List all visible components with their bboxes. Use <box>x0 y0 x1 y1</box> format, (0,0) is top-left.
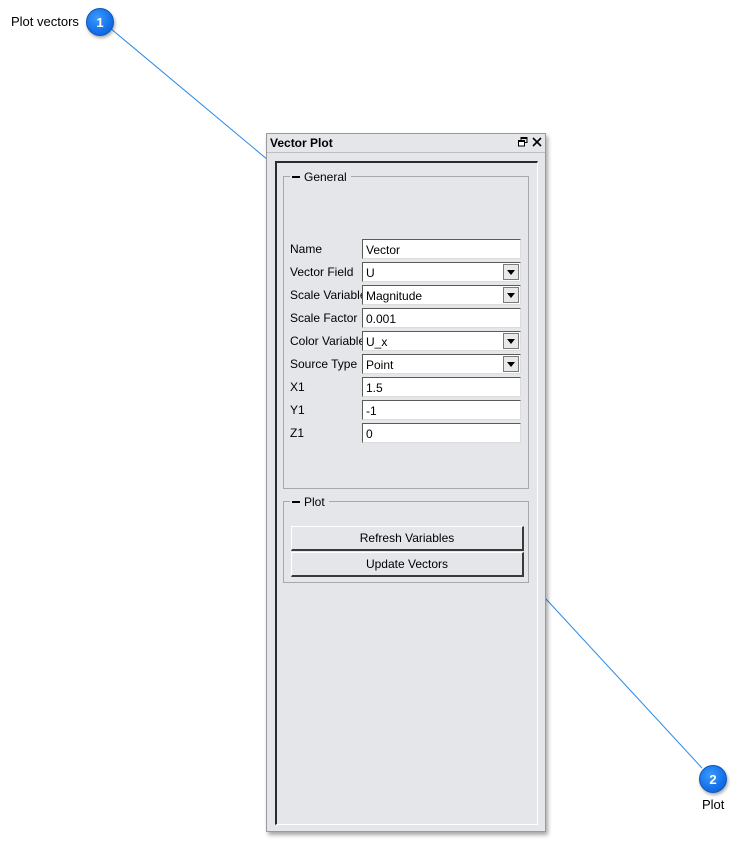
refresh-variables-button[interactable]: Refresh Variables <box>291 526 524 551</box>
collapse-icon[interactable] <box>292 501 300 503</box>
general-group: General Name Vector Vector Field U Scale… <box>283 170 529 489</box>
scale-factor-input[interactable]: 0.001 <box>362 308 521 328</box>
callout-1-badge: 1 <box>86 8 114 36</box>
field-label: Z1 <box>290 426 305 440</box>
update-vectors-button[interactable]: Update Vectors <box>291 552 524 577</box>
field-row-scale-variable: Scale Variable Magnitude <box>290 285 522 305</box>
field-label: Source Type <box>290 357 358 371</box>
general-legend-label: General <box>304 170 347 184</box>
field-label: Vector Field <box>290 265 354 279</box>
field-label: Scale Factor <box>290 311 358 325</box>
panel-titlebar[interactable]: Vector Plot <box>267 134 545 153</box>
callout-2-badge: 2 <box>699 765 727 793</box>
field-value: Magnitude <box>366 289 423 303</box>
panel-content: General Name Vector Vector Field U Scale… <box>275 161 538 825</box>
chevron-down-icon[interactable] <box>503 356 519 372</box>
z1-input[interactable]: 0 <box>362 423 521 443</box>
callout-2-line <box>533 585 703 769</box>
chevron-down-icon[interactable] <box>503 264 519 280</box>
y1-input[interactable]: -1 <box>362 400 521 420</box>
collapse-icon[interactable] <box>292 176 300 178</box>
field-row-source-type: Source Type Point <box>290 354 522 374</box>
callout-1-label: Plot vectors <box>11 14 79 29</box>
field-label: Y1 <box>290 403 305 417</box>
field-value: U_x <box>366 335 388 349</box>
field-row-z1: Z1 0 <box>290 423 522 443</box>
field-row-color-variable: Color Variable U_x <box>290 331 522 351</box>
chevron-down-icon[interactable] <box>503 333 519 349</box>
scale-variable-select[interactable]: Magnitude <box>362 285 521 305</box>
field-label: Color Variable <box>290 334 366 348</box>
general-legend[interactable]: General <box>290 170 351 184</box>
field-label: Scale Variable <box>290 288 367 302</box>
name-input[interactable]: Vector <box>362 239 521 259</box>
close-icon[interactable] <box>532 135 542 150</box>
field-value: 1.5 <box>366 381 383 395</box>
source-type-select[interactable]: Point <box>362 354 521 374</box>
color-variable-select[interactable]: U_x <box>362 331 521 351</box>
field-label: X1 <box>290 380 305 394</box>
field-label: Name <box>290 242 323 256</box>
field-row-x1: X1 1.5 <box>290 377 522 397</box>
field-value: Point <box>366 358 394 372</box>
field-value: -1 <box>366 404 377 418</box>
plot-legend[interactable]: Plot <box>290 495 329 509</box>
field-row-vector-field: Vector Field U <box>290 262 522 282</box>
x1-input[interactable]: 1.5 <box>362 377 521 397</box>
chevron-down-icon[interactable] <box>503 287 519 303</box>
plot-group: Plot Refresh Variables Update Vectors <box>283 495 529 583</box>
panel-title: Vector Plot <box>270 136 333 150</box>
callout-2-label: Plot <box>702 797 725 812</box>
plot-legend-label: Plot <box>304 495 325 509</box>
field-row-y1: Y1 -1 <box>290 400 522 420</box>
restore-icon[interactable] <box>518 135 528 150</box>
field-value: U <box>366 266 375 280</box>
callout-1-line <box>109 27 269 161</box>
vector-field-select[interactable]: U <box>362 262 521 282</box>
field-row-scale-factor: Scale Factor 0.001 <box>290 308 522 328</box>
field-value: Vector <box>366 243 401 257</box>
field-value: 0.001 <box>366 312 397 326</box>
vector-plot-panel: Vector Plot General Name Vector Vector F… <box>266 133 546 832</box>
field-row-name: Name Vector <box>290 239 522 259</box>
field-value: 0 <box>366 427 373 441</box>
